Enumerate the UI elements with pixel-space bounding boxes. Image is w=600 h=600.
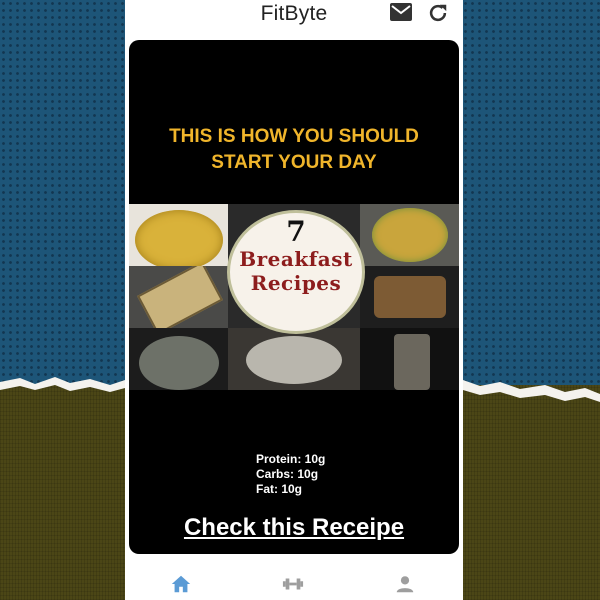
app-title: FitByte (260, 2, 328, 25)
macro-protein: Protein: 10g (256, 452, 326, 466)
food-tile-cake (360, 266, 459, 328)
bottom-navigation (125, 566, 463, 600)
food-tile-sandwich (129, 266, 228, 328)
food-tile-upma (129, 204, 228, 266)
food-tile-poha (360, 204, 459, 266)
macros-list: Protein: 10g Carbs: 10g Fat: 10g (256, 452, 325, 497)
food-tile-rice (129, 328, 228, 390)
recipe-card: THIS IS HOW YOU SHOULD START YOUR DAY 7 … (129, 40, 459, 554)
breakfast-collage-image[interactable]: 7 Breakfast Recipes (129, 204, 459, 390)
headline-line-1: THIS IS HOW YOU SHOULD (169, 126, 419, 147)
macro-carbs: Carbs: 10g (256, 467, 319, 481)
app-header: FitByte (125, 0, 463, 30)
check-recipe-link[interactable]: Check this Receipe (129, 514, 459, 542)
profile-icon[interactable] (394, 573, 416, 595)
mail-icon[interactable] (390, 3, 412, 21)
card-headline: THIS IS HOW YOU SHOULD START YOUR DAY (129, 124, 459, 176)
badge-word-1: Breakfast (239, 247, 353, 271)
dumbbell-icon[interactable] (282, 573, 304, 595)
breakfast-recipes-badge: 7 Breakfast Recipes (227, 210, 365, 334)
badge-number: 7 (286, 215, 306, 248)
headline-line-2: START YOUR DAY (211, 152, 377, 173)
refresh-icon[interactable] (427, 2, 449, 24)
phone-screen: FitByte THIS IS HOW YOU SHOULD START YOU… (125, 0, 463, 600)
food-tile-idli (228, 328, 360, 390)
home-icon[interactable] (170, 573, 192, 595)
food-tile-drink (360, 328, 459, 390)
badge-word-2: Recipes (250, 271, 342, 295)
macro-fat: Fat: 10g (256, 482, 303, 496)
